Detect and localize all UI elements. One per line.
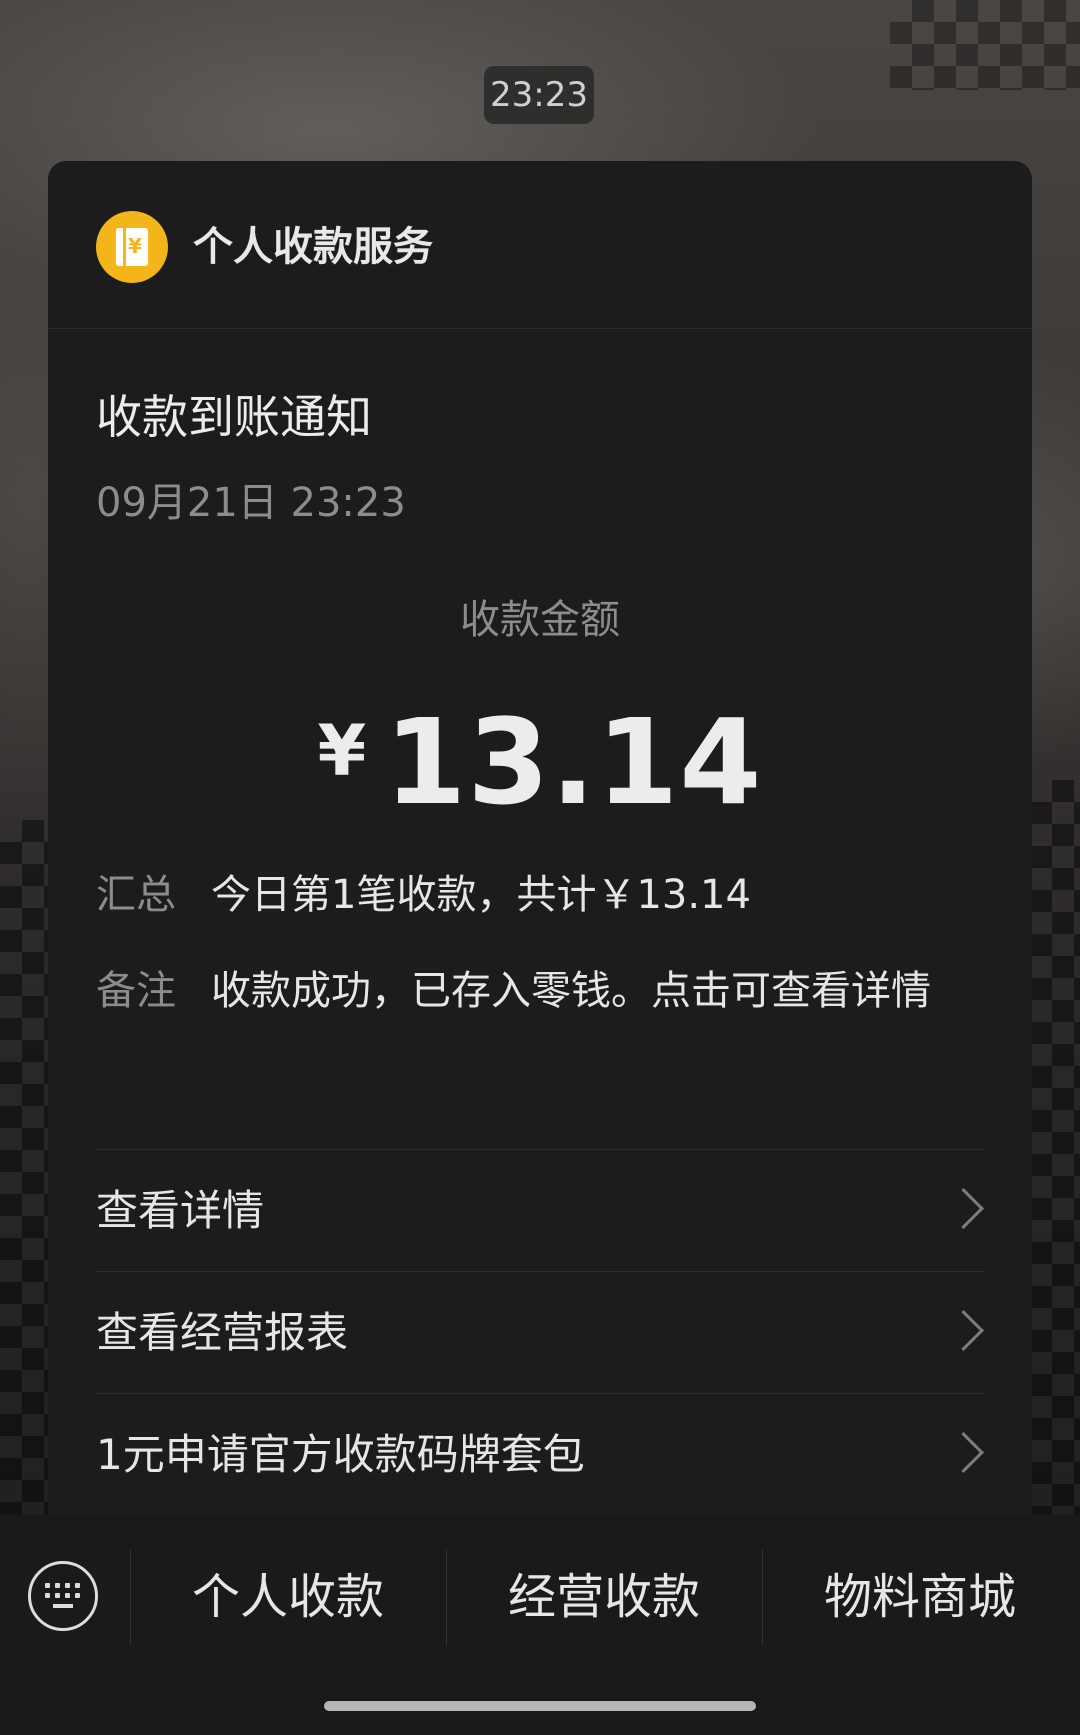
link-label: 查看详情 (96, 1186, 265, 1235)
note-label: 备注 (96, 968, 176, 1014)
wallet-yen-icon: ¥ (96, 211, 168, 283)
link-label: 1元申请官方收款码牌套包 (96, 1430, 585, 1479)
bottom-menu-bar: 个人收款 经营收款 物料商城 (0, 1515, 1080, 1735)
amount: ¥13.14 (48, 691, 1032, 858)
summary-row: 汇总 今日第1笔收款，共计￥13.14 (96, 868, 976, 928)
chevron-right-icon (942, 1309, 985, 1352)
currency-symbol: ¥ (317, 710, 367, 792)
menu-business-payment[interactable]: 经营收款 (462, 1555, 746, 1639)
chevron-right-icon (942, 1187, 985, 1230)
amount-label: 收款金额 (460, 597, 620, 643)
background-pattern (1030, 780, 1080, 1520)
summary-value: 今日第1笔收款，共计￥13.14 (211, 872, 751, 918)
menu-divider (446, 1550, 447, 1645)
view-business-report-link[interactable]: 查看经营报表 (96, 1271, 985, 1393)
background-pattern (890, 0, 1080, 90)
home-indicator[interactable] (324, 1701, 756, 1711)
amount-value: 13.14 (384, 693, 763, 831)
card-links: 查看详情 查看经营报表 1元申请官方收款码牌套包 (96, 1149, 985, 1515)
note-row: 备注 收款成功，已存入零钱。点击可查看详情 (96, 964, 976, 1084)
notice-datetime: 09月21日 23:23 (96, 480, 406, 526)
chevron-right-icon (942, 1431, 985, 1474)
apply-qr-kit-link[interactable]: 1元申请官方收款码牌套包 (96, 1393, 985, 1515)
card-header: ¥ 个人收款服务 (48, 161, 1032, 329)
message-timestamp: 23:23 (484, 66, 594, 124)
menu-divider (762, 1550, 763, 1645)
note-value: 收款成功，已存入零钱。点击可查看详情 (211, 968, 931, 1014)
menu-materials-store[interactable]: 物料商城 (778, 1555, 1062, 1639)
keyboard-icon[interactable] (28, 1561, 98, 1631)
payment-notification-card[interactable]: ¥ 个人收款服务 收款到账通知 09月21日 23:23 收款金额 ¥13.14… (48, 161, 1032, 1515)
summary-label: 汇总 (96, 872, 176, 918)
service-name: 个人收款服务 (193, 224, 433, 270)
menu-personal-payment[interactable]: 个人收款 (146, 1555, 430, 1639)
menu-divider (130, 1550, 131, 1645)
link-label: 查看经营报表 (96, 1308, 349, 1357)
notice-title: 收款到账通知 (96, 390, 372, 444)
view-details-link[interactable]: 查看详情 (96, 1149, 985, 1271)
